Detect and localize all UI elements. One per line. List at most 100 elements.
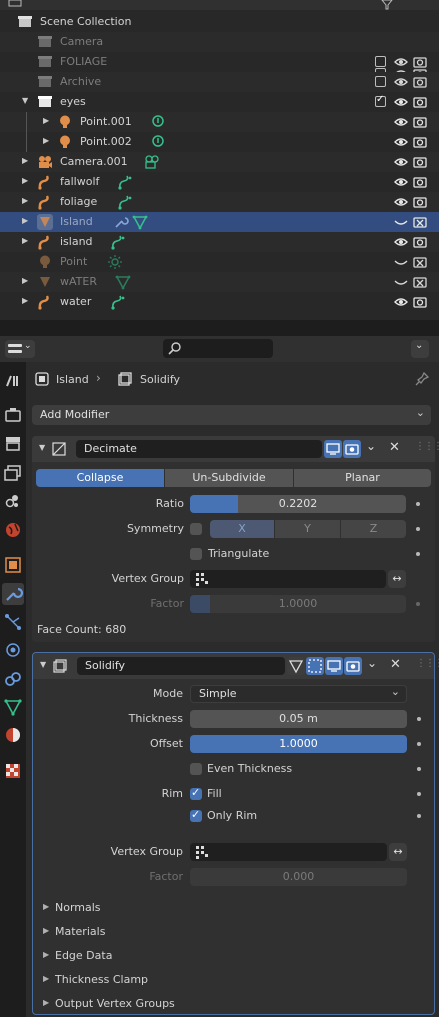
render-disabled-icon[interactable]	[413, 215, 427, 229]
keyframe-dot[interactable]	[416, 527, 420, 531]
symmetry-axis-z[interactable]: Z	[341, 520, 406, 538]
subpanel-thickness-clamp[interactable]: Thickness Clamp	[55, 973, 148, 986]
exclude-checkbox[interactable]	[375, 76, 386, 87]
outliner-row-water[interactable]: ▶ water	[0, 292, 439, 312]
add-modifier-dropdown[interactable]: Add Modifier ⌄	[32, 405, 431, 425]
expand-chevron-icon[interactable]: ▶	[43, 974, 49, 983]
outliner-row-camera-collection[interactable]: Camera	[0, 32, 439, 80]
keyframe-dot[interactable]	[417, 767, 421, 771]
subpanel-edge-data[interactable]: Edge Data	[55, 949, 112, 962]
offset-slider[interactable]: 1.0000	[190, 735, 407, 753]
pin-icon[interactable]	[415, 372, 429, 386]
outliner-row-island-selected[interactable]: ▶ Island	[0, 212, 439, 232]
eye-closed-icon[interactable]	[394, 275, 408, 289]
subpanel-output-vertex-groups[interactable]: Output Vertex Groups	[55, 997, 175, 1010]
expand-chevron-icon[interactable]: ▶	[22, 296, 28, 305]
render-disabled-icon[interactable]	[413, 255, 427, 269]
outliner-row-foliage[interactable]: ▶ foliage	[0, 192, 439, 212]
expand-chevron-icon[interactable]: ▶	[22, 276, 28, 285]
chevron-down-icon[interactable]: ⌄	[367, 656, 377, 670]
tab-tool[interactable]	[2, 370, 24, 392]
render-camera-icon[interactable]	[413, 135, 427, 149]
expand-chevron-icon[interactable]: ▶	[43, 116, 49, 125]
tab-world[interactable]	[2, 519, 24, 541]
outliner-row-fallwolf[interactable]: ▶ fallwolf	[0, 172, 439, 192]
solidify-panel-header[interactable]: ▼ Solidify ⌄ ✕ ⋮⋮⋮	[33, 653, 439, 679]
tab-un-subdivide[interactable]: Un-Subdivide	[165, 469, 293, 487]
eye-icon[interactable]	[394, 195, 408, 209]
chevron-down-icon[interactable]: ⌄	[366, 439, 376, 453]
tab-particles[interactable]	[2, 611, 24, 633]
invert-vertex-group-toggle[interactable]: ↔	[389, 843, 407, 861]
eye-icon[interactable]	[394, 135, 408, 149]
vertex-group-field[interactable]	[190, 843, 387, 861]
outliner-row-foliage-collection[interactable]: FOLIAGE	[0, 52, 439, 72]
modifier-wrench-icon[interactable]	[113, 214, 129, 230]
drag-handle-icon[interactable]: ⋮⋮⋮	[415, 441, 439, 452]
render-camera-icon[interactable]	[413, 235, 427, 249]
properties-search-input[interactable]	[163, 339, 273, 358]
outliner-row-point-001[interactable]: ▶ Point.001	[0, 112, 439, 152]
eye-icon[interactable]	[394, 95, 408, 109]
sun-light-data-icon[interactable]	[107, 254, 123, 270]
expand-chevron-icon[interactable]: ▶	[22, 176, 28, 185]
keyframe-dot[interactable]	[417, 792, 421, 796]
outliner-row-scene-collection[interactable]: Scene Collection	[0, 12, 439, 32]
expand-chevron-icon[interactable]: ▶	[22, 196, 28, 205]
eye-closed-icon[interactable]	[394, 215, 408, 229]
editor-type-icon[interactable]	[8, 0, 22, 10]
edit-mode-toggle[interactable]	[306, 657, 324, 675]
triangulate-checkbox[interactable]	[190, 548, 202, 560]
keyframe-dot[interactable]	[416, 602, 420, 606]
tab-data[interactable]	[2, 696, 24, 718]
outliner-row-island[interactable]: ▶ island	[0, 232, 439, 252]
expand-chevron-icon[interactable]: ▶	[22, 236, 28, 245]
outliner-row-point-002[interactable]: ▶ Point.002	[0, 132, 439, 152]
render-camera-icon[interactable]	[413, 95, 427, 109]
eye-icon[interactable]	[394, 295, 408, 309]
armature-data-icon[interactable]	[117, 174, 133, 190]
filter-icon[interactable]	[380, 0, 394, 10]
expand-chevron-icon[interactable]: ▶	[22, 216, 28, 225]
tab-texture[interactable]	[2, 760, 24, 782]
render-camera-icon[interactable]	[413, 75, 427, 89]
outliner-row-archive-collection[interactable]: Archive	[0, 72, 439, 92]
close-icon[interactable]: ✕	[390, 657, 401, 672]
keyframe-dot[interactable]	[416, 552, 420, 556]
keyframe-dot[interactable]	[417, 742, 421, 746]
expand-chevron-icon[interactable]: ▶	[22, 156, 28, 165]
show-in-render-toggle[interactable]	[344, 657, 362, 675]
eye-icon[interactable]	[394, 115, 408, 129]
tab-physics[interactable]	[2, 639, 24, 661]
show-in-viewport-toggle[interactable]	[325, 657, 343, 675]
tab-object[interactable]	[2, 554, 24, 576]
tab-scene[interactable]	[2, 490, 24, 512]
exclude-checkbox[interactable]	[375, 56, 386, 67]
expand-chevron-icon[interactable]: ▶	[43, 950, 49, 959]
eye-icon[interactable]	[394, 235, 408, 249]
keyframe-dot[interactable]	[416, 502, 420, 506]
drag-handle-icon[interactable]: ⋮⋮⋮	[416, 658, 439, 669]
render-camera-icon[interactable]	[413, 295, 427, 309]
render-disabled-icon[interactable]	[413, 275, 427, 289]
tab-modifiers[interactable]	[2, 583, 24, 605]
light-data-icon[interactable]	[150, 134, 166, 150]
mode-dropdown[interactable]: Simple ⌄	[190, 685, 407, 703]
outliner-row-camera-001[interactable]: ▶ Camera.001	[0, 152, 439, 172]
factor-slider[interactable]: 1.0000	[190, 595, 406, 613]
expand-chevron-icon[interactable]: ▶	[43, 136, 49, 145]
subpanel-normals[interactable]: Normals	[55, 901, 101, 914]
symmetry-axis-y[interactable]: Y	[275, 520, 340, 538]
tab-output[interactable]	[2, 433, 24, 455]
subpanel-materials[interactable]: Materials	[55, 925, 105, 938]
close-icon[interactable]: ✕	[389, 440, 400, 455]
tab-material[interactable]	[2, 724, 24, 746]
mesh-data-icon[interactable]	[115, 274, 131, 290]
eye-icon[interactable]	[394, 55, 408, 69]
render-camera-icon[interactable]	[413, 115, 427, 129]
tab-constraints[interactable]	[2, 668, 24, 690]
area-divider[interactable]	[0, 320, 439, 336]
camera-data-icon[interactable]	[144, 154, 160, 170]
eye-icon[interactable]	[394, 75, 408, 89]
tab-collapse[interactable]: Collapse	[36, 469, 164, 487]
